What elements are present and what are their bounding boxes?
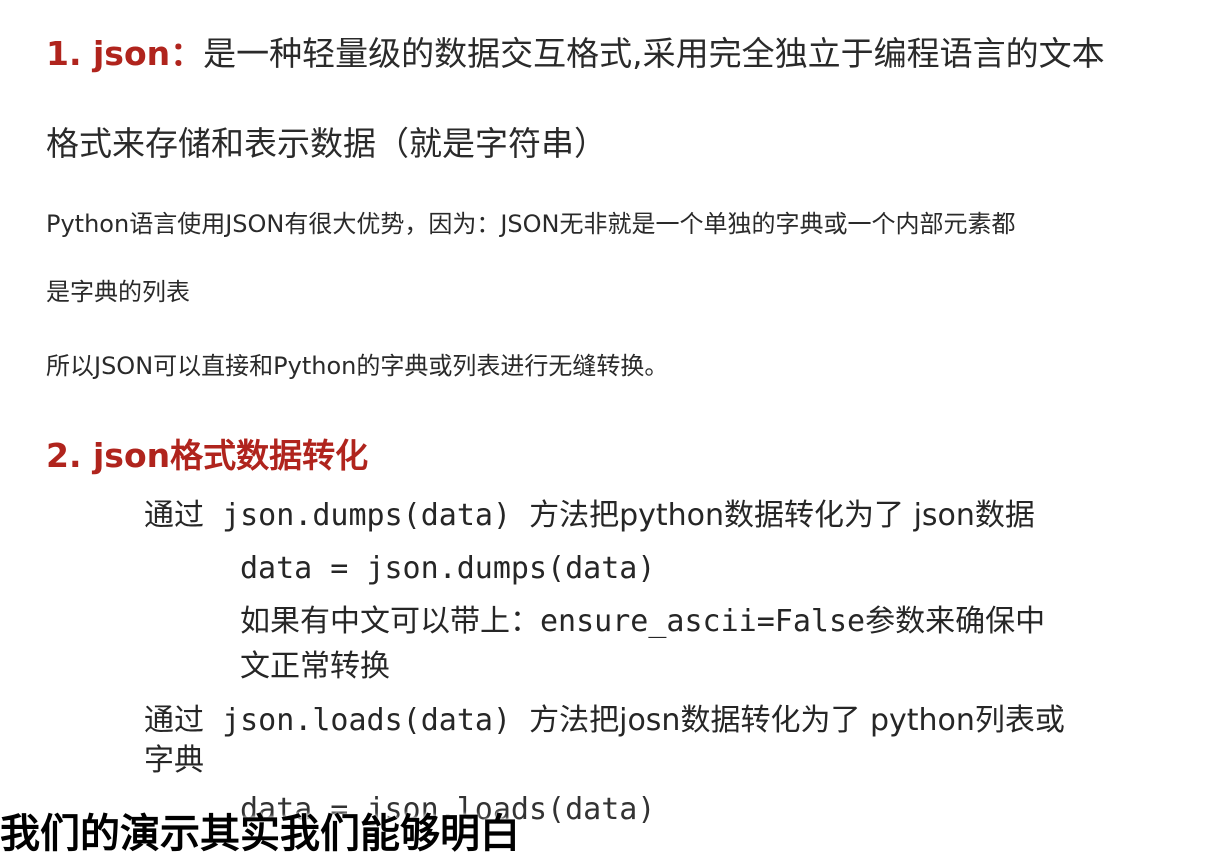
item2-prefix: 通过 (144, 703, 204, 738)
section1-heading-text: 是一种轻量级的数据交互格式,采用完全独立于编程语言的文本 (203, 34, 1105, 73)
item2-code: json.loads(data) (222, 703, 512, 738)
item2-rest-line2: 字典 (144, 743, 204, 778)
section1-heading-separator: ： (170, 34, 204, 73)
item1-code: json.dumps(data) (222, 498, 512, 533)
item1-example: data = json.dumps(data) (240, 551, 656, 586)
item1-rest: 方法把python数据转化为了 json数据 (529, 498, 1035, 533)
section1-para1-line2: 是字典的列表 (46, 278, 190, 306)
section1-line2: 格式来存储和表示数据（就是字符串） (46, 124, 607, 163)
section1-heading-number: 1. json (46, 34, 171, 73)
section2-heading: 2. json格式数据转化 (46, 436, 369, 475)
section1-para2: 所以JSON可以直接和Python的字典或列表进行无缝转换。 (46, 352, 669, 380)
item1-note-line1: 如果有中文可以带上：ensure_ascii=False参数来确保中 (240, 604, 1046, 639)
section1-para1-line1: Python语言使用JSON有很大优势，因为：JSON无非就是一个单独的字典或一… (46, 210, 1016, 238)
item1-note-line2: 文正常转换 (240, 649, 390, 684)
section1-heading-line: 1. json：是一种轻量级的数据交互格式,采用完全独立于编程语言的文本 (46, 34, 1105, 74)
item2-rest: 方法把josn数据转化为了 python列表或 (529, 703, 1065, 738)
item1-prefix: 通过 (144, 498, 204, 533)
section2-item2: 通过 json.loads(data) 方法把josn数据转化为了 python… (144, 702, 1065, 740)
section2-item1: 通过 json.dumps(data) 方法把python数据转化为了 json… (144, 497, 1035, 535)
video-subtitle: 我们的演示其实我们能够明白 (0, 811, 520, 857)
